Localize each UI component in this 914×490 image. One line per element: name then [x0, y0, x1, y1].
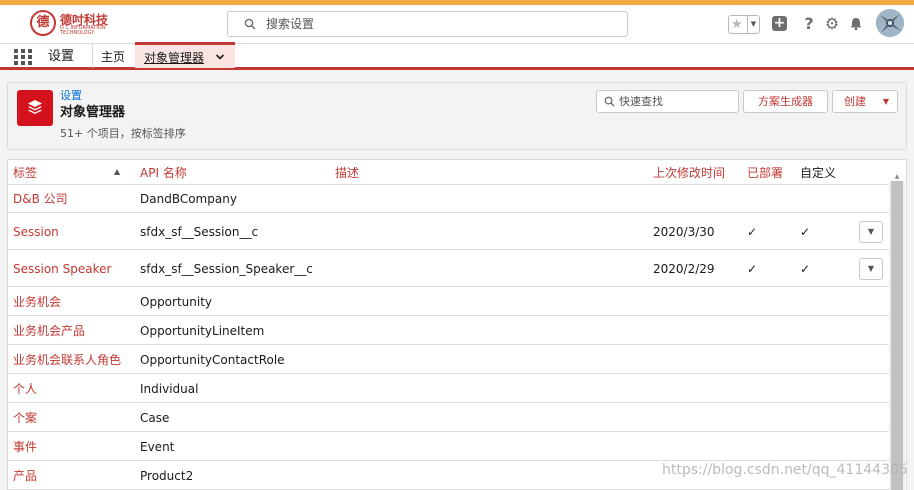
object-manager-icon: [17, 90, 53, 126]
column-header-custom[interactable]: 自定义: [800, 165, 836, 181]
tab-object-manager[interactable]: 对象管理器: [135, 42, 235, 68]
cell-label[interactable]: Session Speaker: [13, 261, 111, 277]
cell-api-name: Case: [140, 411, 170, 425]
app-nav-bar: 设置 主页 对象管理器: [0, 42, 914, 70]
row-actions-button[interactable]: ▼: [859, 258, 883, 280]
gear-icon[interactable]: ⚙: [823, 15, 841, 33]
table-row: 业务机会联系人角色 OpportunityContactRole: [8, 345, 889, 374]
table-row: D&B 公司 DandBCompany: [8, 185, 889, 213]
schema-builder-button[interactable]: 方案生成器: [743, 90, 828, 113]
cell-api-name: Event: [140, 440, 175, 454]
global-search-input[interactable]: 搜索设置: [227, 11, 628, 37]
app-name: 设置: [48, 49, 75, 64]
chevron-down-icon[interactable]: [215, 49, 225, 67]
add-icon[interactable]: +: [772, 16, 787, 31]
column-header-deployed[interactable]: 已部署: [747, 165, 783, 181]
cell-last-modified: 2020/3/30: [653, 225, 715, 239]
table-row: 业务机会 Opportunity: [8, 287, 889, 316]
table-row: 个案 Case: [8, 403, 889, 432]
scrollbar-thumb[interactable]: [891, 181, 903, 490]
bell-icon[interactable]: [847, 15, 865, 33]
cell-label[interactable]: 产品: [13, 468, 37, 484]
logo-subtitle-line2: TECHNOLOGY: [60, 30, 95, 36]
cell-custom: ✓: [800, 225, 811, 239]
cell-api-name: DandBCompany: [140, 192, 237, 206]
tab-object-manager-label[interactable]: 对象管理器: [144, 50, 204, 66]
row-actions-button[interactable]: ▼: [859, 221, 883, 243]
cell-label[interactable]: 业务机会联系人角色: [13, 352, 121, 368]
logo-seal: 德: [30, 10, 56, 36]
create-button-label: 创建: [844, 95, 866, 108]
table-row: 个人 Individual: [8, 374, 889, 403]
quick-find-placeholder: 快速查找: [619, 95, 663, 108]
cell-label[interactable]: 个人: [13, 381, 37, 397]
tab-home[interactable]: 主页: [101, 49, 125, 66]
item-count: 51+ 个项目，按标签排序: [60, 127, 186, 140]
cell-deployed: ✓: [747, 262, 758, 276]
logo-subtitle: D C INFORMATION TECHNOLOGY: [60, 26, 106, 36]
sort-ascending-icon[interactable]: ▲: [114, 166, 120, 178]
cell-label[interactable]: 事件: [13, 439, 37, 455]
quick-find-input[interactable]: 快速查找: [596, 90, 739, 113]
table-scrollbar[interactable]: [889, 181, 905, 490]
search-icon: [604, 96, 615, 107]
cell-api-name: OpportunityContactRole: [140, 353, 285, 367]
cell-last-modified: 2020/2/29: [653, 262, 715, 276]
column-header-label[interactable]: 标签: [13, 165, 37, 181]
search-icon: [244, 18, 256, 30]
cell-api-name: Product2: [140, 469, 194, 483]
cell-label[interactable]: 个案: [13, 410, 37, 426]
search-placeholder: 搜索设置: [266, 17, 315, 31]
cell-label[interactable]: 业务机会: [13, 294, 61, 310]
breadcrumb[interactable]: 设置: [60, 89, 82, 103]
cell-api-name: OpportunityLineItem: [140, 324, 265, 338]
cell-api-name: sfdx_sf__Session_Speaker__c: [140, 262, 313, 276]
table-row: Session Speaker sfdx_sf__Session_Speaker_…: [8, 250, 889, 287]
user-avatar[interactable]: [876, 9, 904, 37]
help-icon[interactable]: ?: [800, 15, 818, 33]
favorites-dropdown-icon[interactable]: ▼: [747, 16, 759, 33]
star-icon: ★: [731, 17, 743, 32]
cell-custom: ✓: [800, 262, 811, 276]
watermark: https://blog.csdn.net/qq_41144305: [662, 462, 908, 478]
caret-down-icon: ▼: [882, 97, 889, 106]
global-header: 德 德吋科技 D C INFORMATION TECHNOLOGY 搜索设置 ★…: [0, 5, 914, 43]
column-header-api-name[interactable]: API 名称: [140, 165, 187, 181]
cell-api-name: Individual: [140, 382, 199, 396]
create-button[interactable]: 创建 ▼: [832, 90, 898, 113]
company-logo[interactable]: 德 德吋科技 D C INFORMATION TECHNOLOGY: [30, 9, 110, 37]
table-row: 事件 Event: [8, 432, 889, 461]
table-row: Session sfdx_sf__Session__c 2020/3/30 ✓ ✓ ▼: [8, 213, 889, 250]
page-header: 设置 对象管理器 51+ 个项目，按标签排序 快速查找 方案生成器 创建 ▼: [7, 82, 907, 150]
table-header: 标签 ▲ API 名称 描述 上次修改时间 已部署 自定义: [8, 160, 889, 185]
column-header-last-modified[interactable]: 上次修改时间: [653, 165, 725, 181]
column-header-description[interactable]: 描述: [335, 165, 359, 181]
object-table: 标签 ▲ API 名称 描述 上次修改时间 已部署 自定义 D&B 公司 Dand…: [7, 159, 907, 490]
cell-api-name: sfdx_sf__Session__c: [140, 225, 259, 239]
app-launcher-icon[interactable]: [14, 49, 32, 65]
cell-label[interactable]: Session: [13, 224, 59, 240]
nav-divider: [92, 44, 93, 68]
cell-label[interactable]: D&B 公司: [13, 191, 68, 207]
page-title: 对象管理器: [60, 105, 126, 120]
scroll-up-arrow-icon[interactable]: ▲: [889, 173, 905, 181]
cell-api-name: Opportunity: [140, 295, 213, 309]
cell-label[interactable]: 业务机会产品: [13, 323, 85, 339]
cell-deployed: ✓: [747, 225, 758, 239]
favorites-button[interactable]: ★ ▼: [728, 15, 760, 34]
table-row: 业务机会产品 OpportunityLineItem: [8, 316, 889, 345]
